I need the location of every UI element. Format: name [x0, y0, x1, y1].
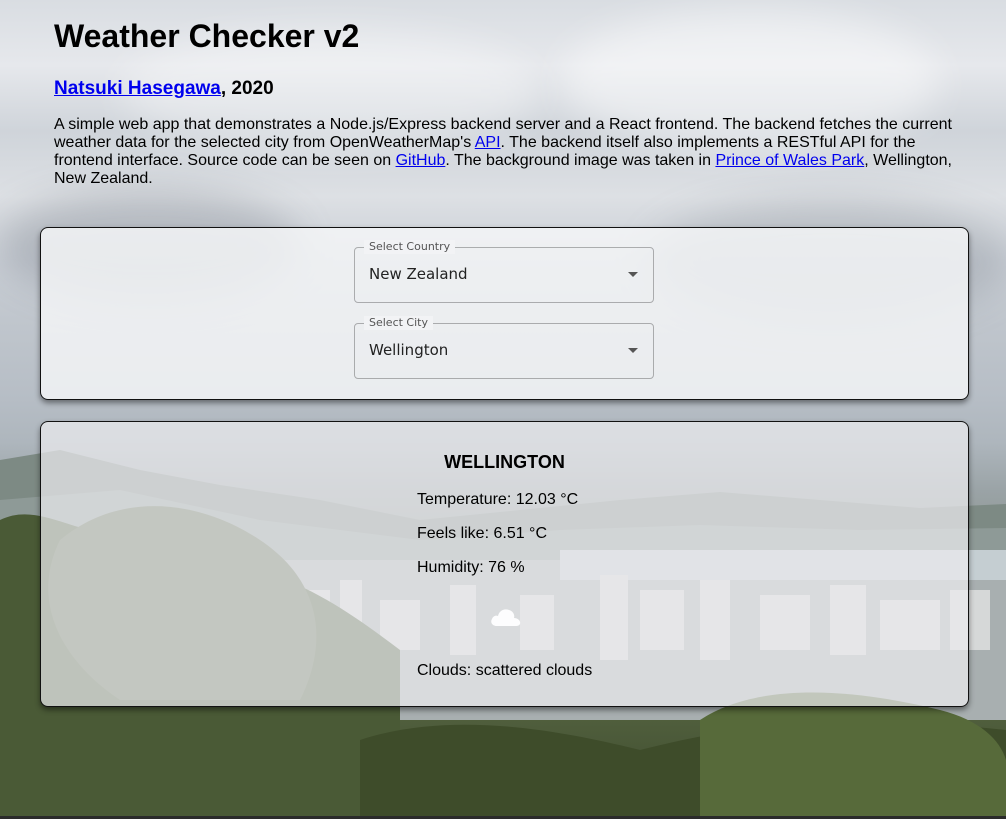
country-select[interactable]: Select Country New Zealand	[354, 240, 654, 303]
api-link[interactable]: API	[475, 134, 501, 151]
byline: Natsuki Hasegawa, 2020	[54, 78, 964, 100]
description: A simple web app that demonstrates a Nod…	[54, 116, 964, 188]
chevron-down-icon	[628, 348, 638, 353]
humidity-text: Humidity: 76 %	[417, 559, 525, 576]
temperature-text: Temperature: 12.03 °C	[417, 491, 579, 508]
description-text-3: . The background image was taken in	[445, 152, 716, 169]
location-selector-panel: Select Country New Zealand Select City W…	[40, 227, 969, 400]
feels-like-text: Feels like: 6.51 °C	[417, 525, 548, 542]
cloud-icon	[491, 609, 521, 626]
country-select-value: New Zealand	[369, 265, 468, 283]
park-link[interactable]: Prince of Wales Park	[715, 152, 864, 169]
country-select-label: Select Country	[364, 240, 456, 254]
city-select-label: Select City	[364, 316, 433, 330]
byline-year: , 2020	[220, 78, 274, 99]
github-link[interactable]: GitHub	[396, 152, 446, 169]
page-title: Weather Checker v2	[54, 18, 360, 54]
city-select[interactable]: Select City Wellington	[354, 316, 654, 379]
weather-panel: WELLINGTON Temperature: 12.03 °C Feels l…	[40, 421, 969, 707]
author-link[interactable]: Natsuki Hasegawa	[54, 78, 221, 99]
chevron-down-icon	[628, 272, 638, 277]
city-select-value: Wellington	[369, 341, 449, 359]
page-header: Weather Checker v2 Natsuki Hasegawa, 202…	[54, 0, 964, 188]
city-name-heading: WELLINGTON	[444, 452, 565, 472]
clouds-text: Clouds: scattered clouds	[417, 662, 593, 679]
